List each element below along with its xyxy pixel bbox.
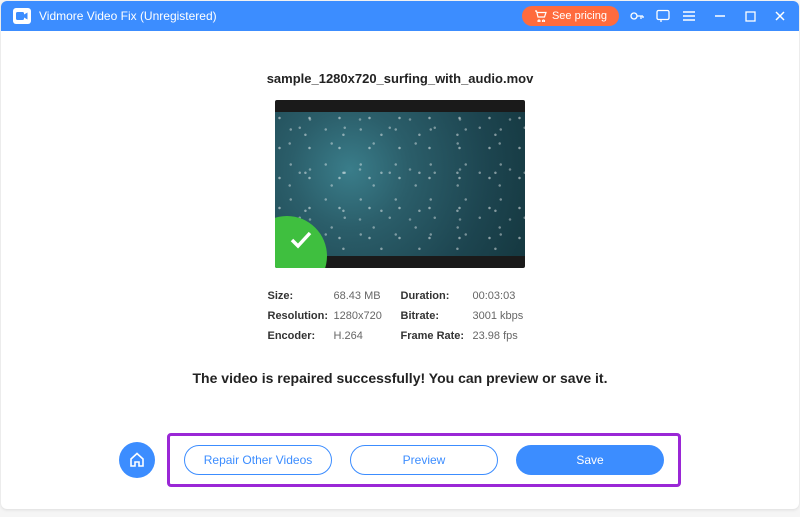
resolution-label: Resolution:	[268, 310, 334, 322]
button-group-highlight: Repair Other Videos Preview Save	[167, 433, 681, 487]
minimize-button[interactable]	[713, 9, 727, 23]
encoder-label: Encoder:	[268, 330, 334, 342]
titlebar: Vidmore Video Fix (Unregistered) See pri…	[1, 1, 799, 31]
feedback-icon[interactable]	[655, 8, 671, 24]
see-pricing-label: See pricing	[552, 10, 607, 22]
cart-icon	[534, 10, 547, 22]
menu-icon[interactable]	[681, 8, 697, 24]
video-thumbnail	[275, 100, 525, 268]
filename-label: sample_1280x720_surfing_with_audio.mov	[267, 71, 534, 86]
key-icon[interactable]	[629, 8, 645, 24]
framerate-label: Frame Rate:	[401, 330, 473, 342]
bitrate-value: 3001 kbps	[473, 310, 533, 322]
encoder-value: H.264	[334, 330, 401, 342]
duration-label: Duration:	[401, 290, 473, 302]
resolution-value: 1280x720	[334, 310, 401, 322]
app-logo-icon	[13, 8, 31, 24]
video-info-grid: Size: 68.43 MB Duration: 00:03:03 Resolu…	[268, 290, 533, 342]
home-button[interactable]	[119, 442, 155, 478]
success-message: The video is repaired successfully! You …	[193, 370, 608, 386]
size-value: 68.43 MB	[334, 290, 401, 302]
see-pricing-button[interactable]: See pricing	[522, 6, 619, 26]
home-icon	[128, 451, 146, 469]
framerate-value: 23.98 fps	[473, 330, 533, 342]
bitrate-label: Bitrate:	[401, 310, 473, 322]
preview-button[interactable]: Preview	[350, 445, 498, 475]
main-content: sample_1280x720_surfing_with_audio.mov S…	[1, 31, 799, 386]
duration-value: 00:03:03	[473, 290, 533, 302]
footer-actions: Repair Other Videos Preview Save	[1, 433, 799, 487]
repair-other-videos-button[interactable]: Repair Other Videos	[184, 445, 332, 475]
window-title: Vidmore Video Fix (Unregistered)	[39, 9, 522, 23]
maximize-button[interactable]	[743, 9, 757, 23]
save-button[interactable]: Save	[516, 445, 664, 475]
close-button[interactable]	[773, 9, 787, 23]
size-label: Size:	[268, 290, 334, 302]
